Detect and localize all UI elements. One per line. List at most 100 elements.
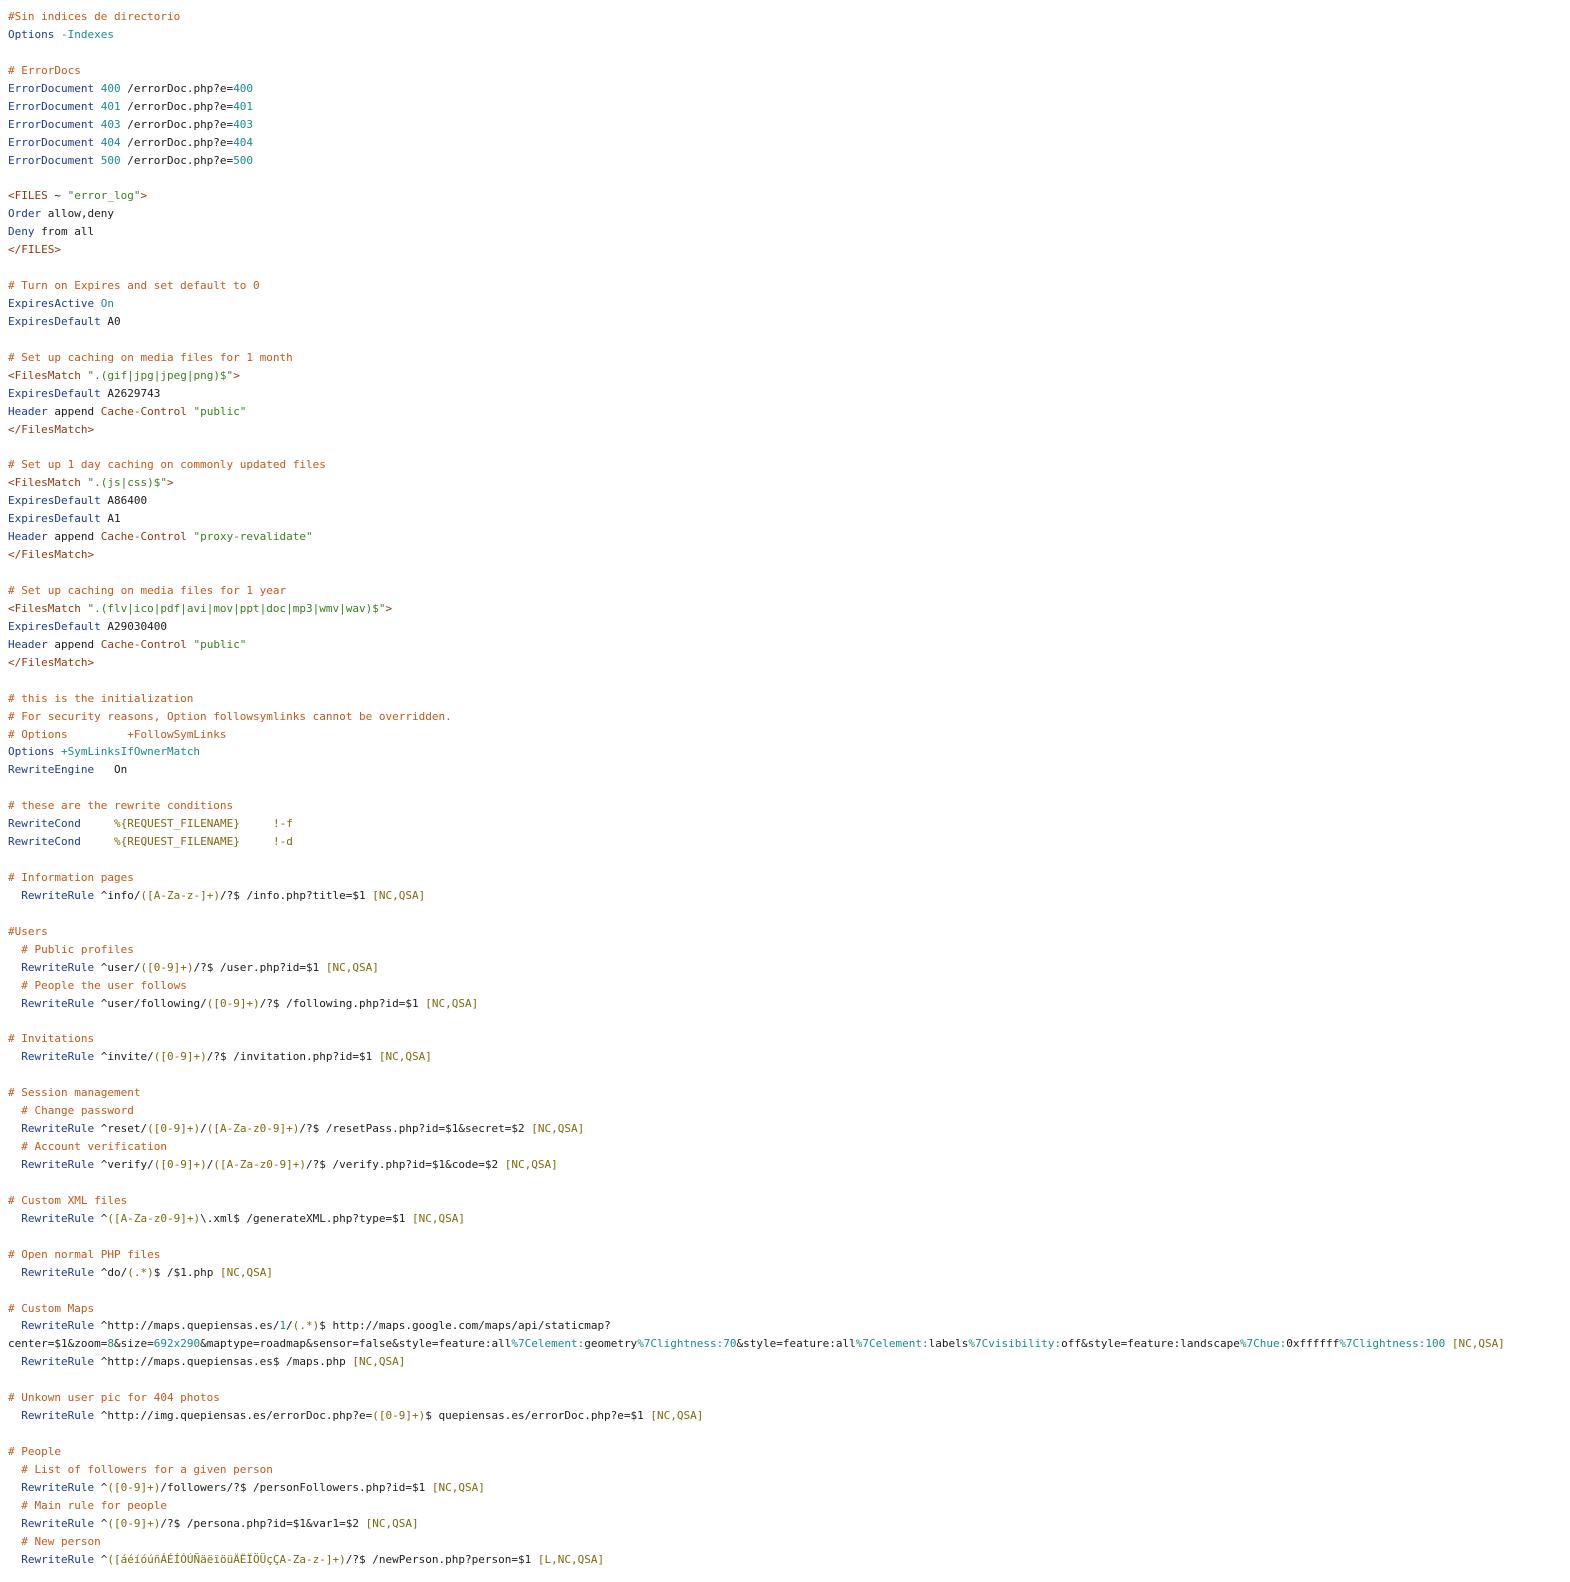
- code-line: # People the user follows: [8, 977, 1570, 995]
- code-line: # these are the rewrite conditions: [8, 797, 1570, 815]
- code-token: ExpiresDefault: [8, 314, 101, 328]
- code-token: (.*): [127, 1265, 154, 1279]
- code-token: #Sin indices de directorio: [8, 10, 181, 23]
- code-token: !-f: [272, 817, 293, 831]
- code-token: >: [166, 476, 174, 490]
- code-token: [NC,QSA]: [378, 1050, 432, 1064]
- code-token: # Options +FollowSymLinks: [8, 727, 227, 741]
- code-token: # Invitations: [8, 1032, 95, 1046]
- code-token: A0: [100, 314, 121, 328]
- code-token: #Users: [8, 924, 48, 938]
- code-token: <FilesMatch: [8, 476, 81, 490]
- code-token: "public": [193, 637, 247, 651]
- code-token: 403: [233, 117, 254, 131]
- code-token: # People: [8, 1445, 61, 1458]
- code-token: <FilesMatch: [8, 601, 81, 615]
- code-line: ExpiresDefault A0: [8, 313, 1570, 331]
- code-line: ExpiresDefault A29030400: [8, 618, 1570, 636]
- code-token: RewriteRule: [21, 1265, 95, 1279]
- code-token: /?$ /verify.php?id=$1&code=$2: [306, 1158, 505, 1171]
- code-line: ErrorDocument 400 /errorDoc.php?e=400: [8, 80, 1570, 98]
- code-token: A2629743: [100, 386, 161, 400]
- code-line: <FilesMatch ".(js|css)$">: [8, 474, 1570, 492]
- code-token: /followers/?$ /personFollowers.php?id=$1: [160, 1480, 432, 1494]
- code-line: RewriteRule ^reset/([0-9]+)/([A-Za-z0-9]…: [8, 1120, 1570, 1138]
- code-line: <FILES ~ "error_log">: [8, 187, 1570, 205]
- code-token: ^reset/: [94, 1122, 148, 1136]
- code-token: &size=: [113, 1337, 154, 1351]
- code-line: ExpiresDefault A2629743: [8, 385, 1570, 403]
- code-line: #Sin indices de directorio: [8, 8, 1570, 26]
- code-token: # Change password: [21, 1104, 134, 1118]
- code-token: ^: [94, 1211, 108, 1225]
- code-token: RewriteRule: [21, 1158, 95, 1171]
- code-token: ErrorDocument: [8, 135, 95, 149]
- code-line: Options +SymLinksIfOwnerMatch: [8, 743, 1570, 761]
- code-token: [NC,QSA]: [365, 1516, 419, 1530]
- code-line: RewriteRule ^verify/([0-9]+)/([A-Za-z0-9…: [8, 1156, 1570, 1174]
- code-line: # Main rule for people: [8, 1497, 1570, 1515]
- code-token: Header: [8, 637, 48, 651]
- code-token: ".(gif|jpg|jpeg|png)$": [87, 368, 234, 382]
- code-line: # Options +FollowSymLinks: [8, 726, 1570, 744]
- code-token: # Public profiles: [21, 942, 134, 956]
- code-token: %7Chue:: [1239, 1337, 1287, 1351]
- code-token: # Set up 1 day caching on commonly updat…: [8, 458, 326, 472]
- code-token: ([0-9]+): [147, 1122, 201, 1136]
- code-token: RewriteRule: [21, 1552, 95, 1566]
- code-token: >: [233, 368, 240, 382]
- code-line: #Users: [8, 923, 1570, 941]
- code-token: Cache-Control: [100, 637, 187, 651]
- code-line: # Information pages: [8, 869, 1570, 887]
- code-token: ([A-Za-z0-9]+): [206, 1122, 300, 1136]
- code-token: ExpiresActive: [8, 297, 95, 310]
- code-token: labels: [928, 1337, 969, 1351]
- code-token: RewriteRule: [21, 1050, 95, 1064]
- code-token: ^http://maps.quepiensas.es$ /maps.php: [94, 1355, 353, 1369]
- code-token: Cache-Control: [100, 530, 187, 544]
- code-token: ErrorDocument: [8, 117, 95, 131]
- code-token: append: [47, 404, 101, 418]
- code-token: /?$ /info.php?title=$1: [219, 888, 373, 902]
- code-token: ([0-9]+): [206, 996, 260, 1010]
- code-token: /?$ /newPerson.php?person=$1: [345, 1552, 538, 1566]
- code-token: RewriteRule: [21, 888, 95, 902]
- code-token: # Open normal PHP files: [8, 1247, 161, 1261]
- code-line: # Public profiles: [8, 941, 1570, 959]
- code-token: &style=feature:all: [736, 1337, 856, 1351]
- code-token: [NC,QSA]: [412, 1211, 465, 1225]
- code-token: [NC,QSA]: [431, 1480, 485, 1494]
- code-token: /errorDoc.php?e=: [120, 135, 234, 149]
- code-line: RewriteEngine On: [8, 761, 1570, 779]
- code-line: # Set up caching on media files for 1 ye…: [8, 582, 1570, 600]
- code-token: allow,deny: [41, 207, 114, 221]
- code-token: # Custom Maps: [8, 1301, 95, 1315]
- code-token: from all: [34, 225, 95, 239]
- code-line: RewriteCond %{REQUEST_FILENAME} !-f: [8, 815, 1570, 833]
- code-token: \.xml$ /generateXML.php?type=$1: [200, 1211, 412, 1225]
- code-line: # Custom XML files: [8, 1192, 1570, 1210]
- code-token: "proxy-revalidate": [193, 530, 313, 544]
- code-token: 500: [100, 153, 121, 167]
- code-token: $ http://maps.google.com/maps/api/static…: [319, 1319, 611, 1333]
- code-line: ExpiresDefault A1: [8, 510, 1570, 528]
- code-token: [NC,QSA]: [504, 1158, 558, 1171]
- code-token: %7Cvisibility:: [968, 1337, 1062, 1351]
- code-token: <FILES: [8, 189, 48, 203]
- code-line: # People: [8, 1443, 1570, 1461]
- code-token: ([0-9]+): [153, 1050, 207, 1064]
